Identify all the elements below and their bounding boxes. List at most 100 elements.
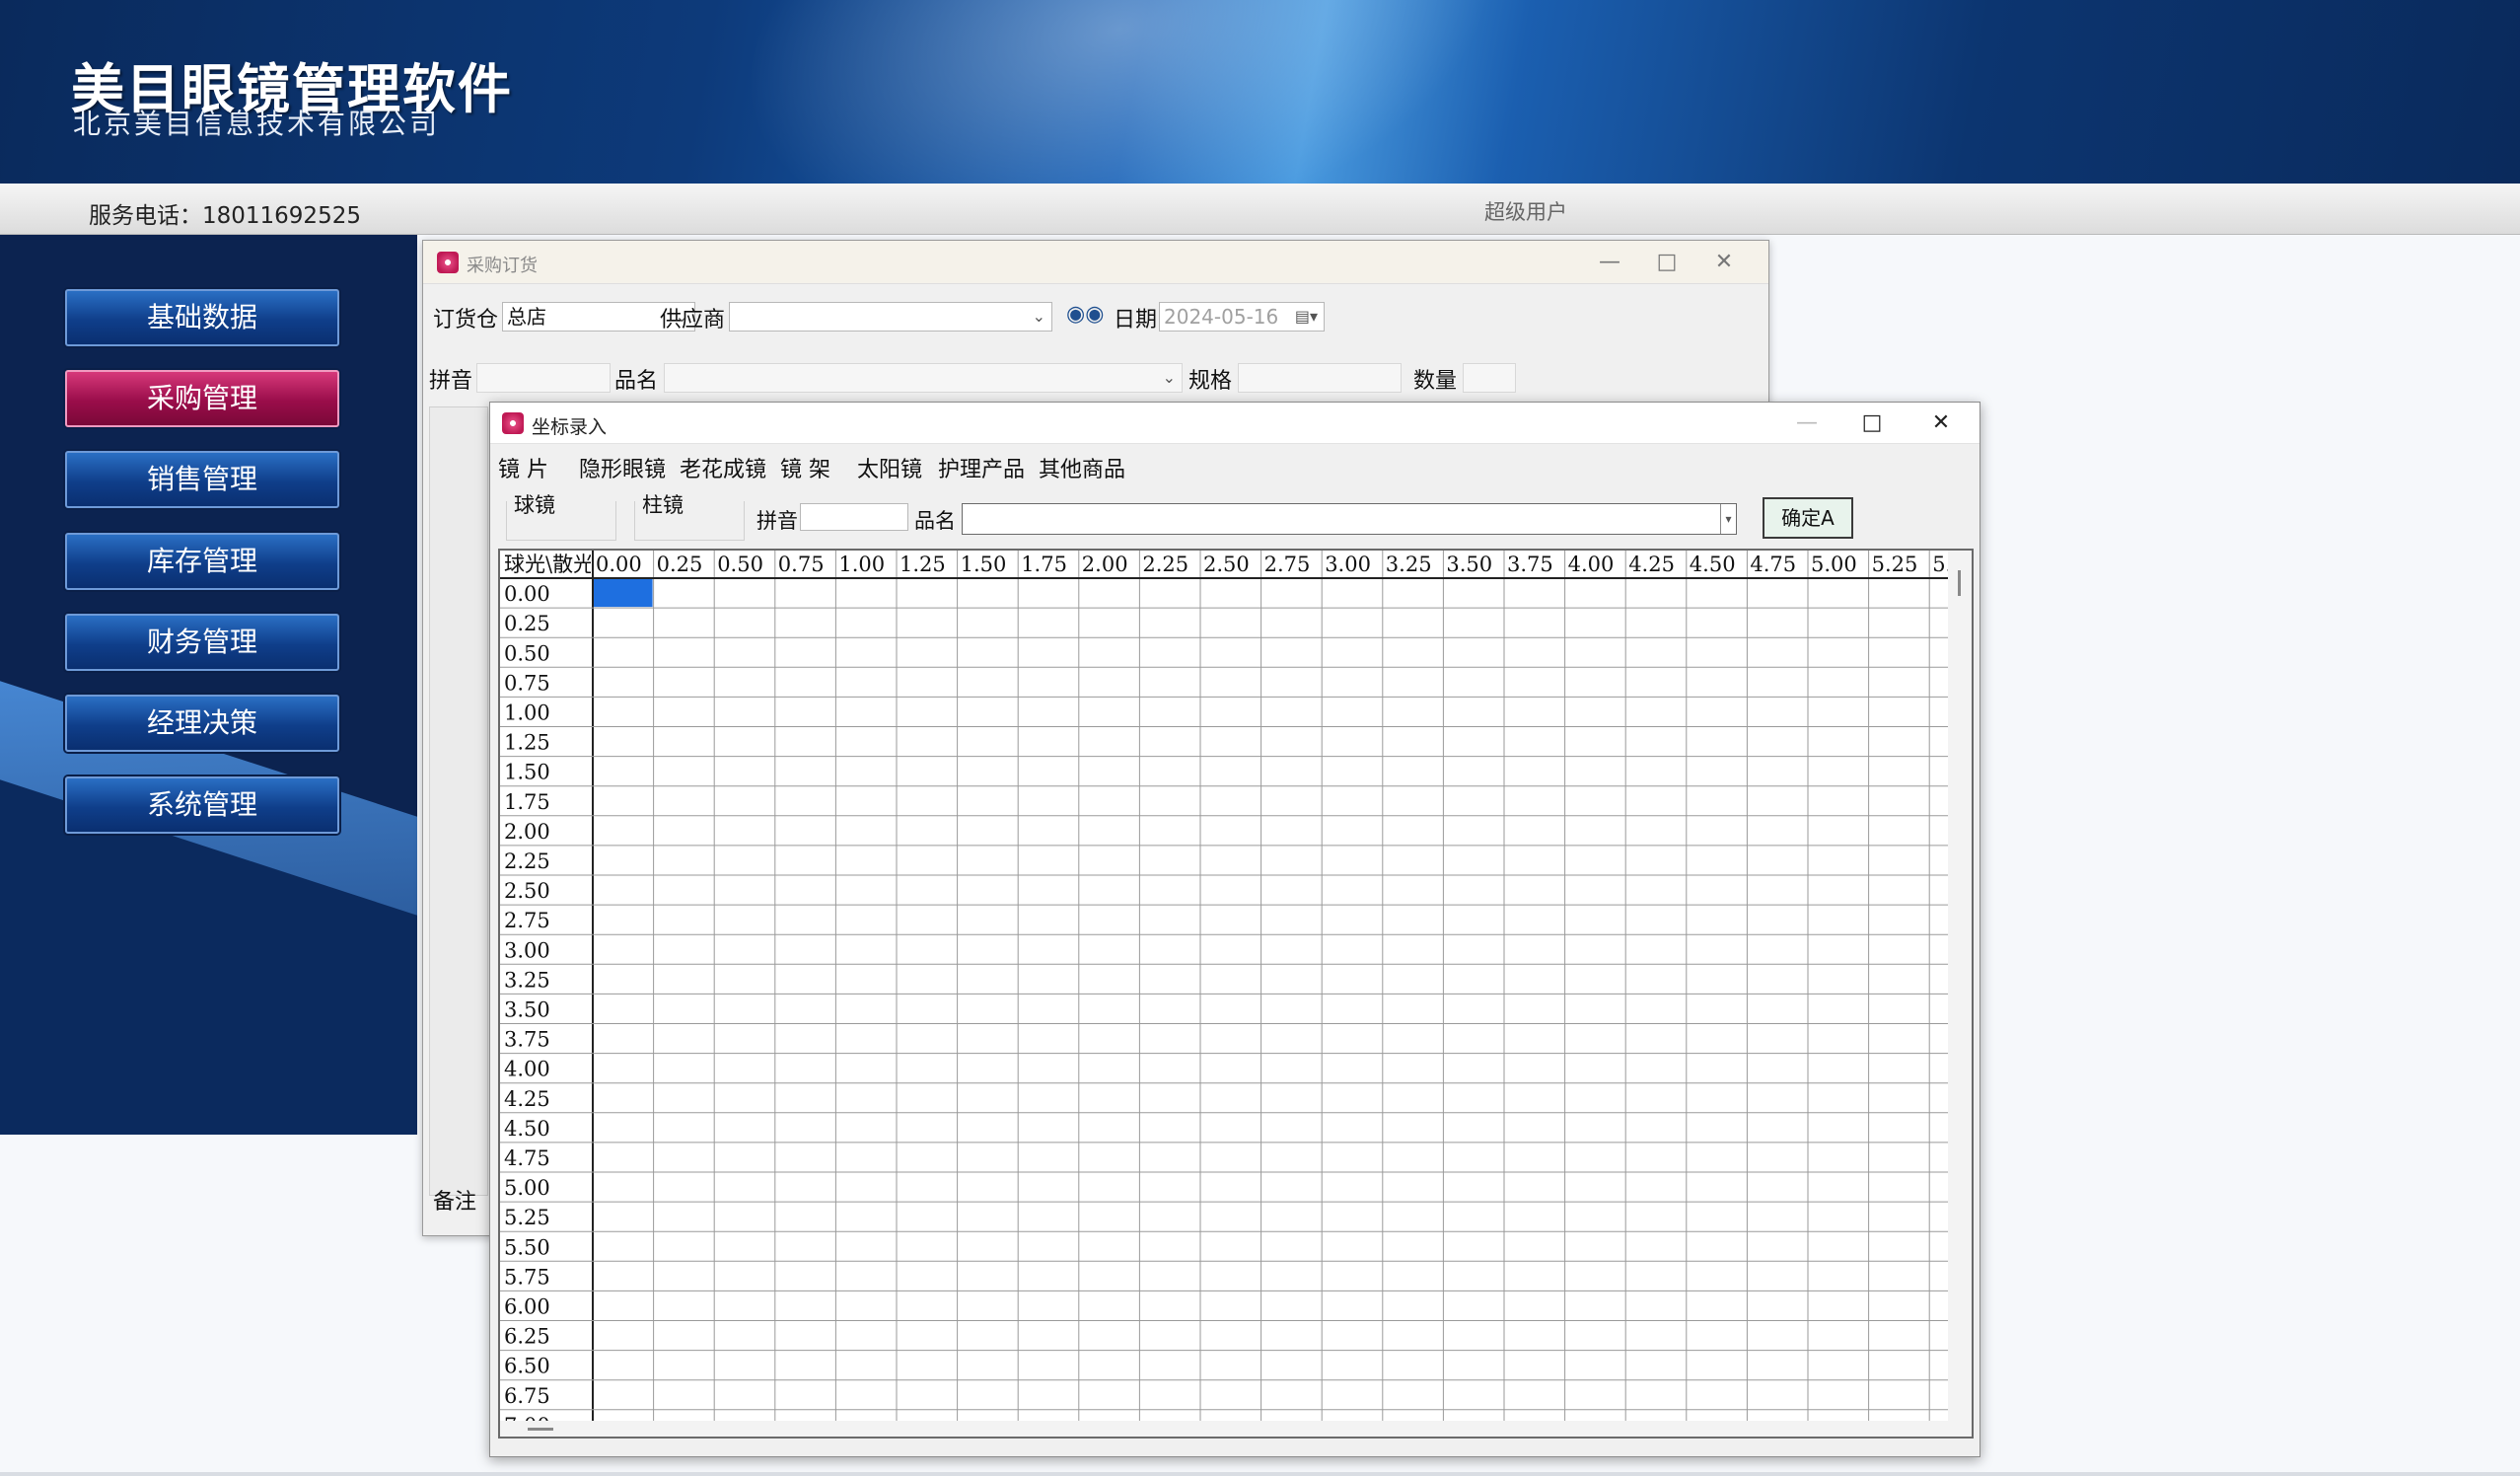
grid-col-header[interactable]: 4.25 <box>1628 553 1675 576</box>
supplier-select[interactable]: ⌄ <box>729 302 1052 332</box>
coordinate-entry-titlebar[interactable]: 坐标录入 — □ ✕ <box>490 403 1980 444</box>
grid-row-header[interactable]: 6.75 <box>504 1384 550 1408</box>
minimize-icon[interactable]: — <box>1587 247 1632 278</box>
grid-col-header[interactable]: 2.00 <box>1082 553 1128 576</box>
grid-row-header[interactable]: 3.25 <box>504 968 550 992</box>
grid-col-header[interactable]: 3.25 <box>1386 553 1432 576</box>
grid-row-header[interactable]: 6.50 <box>504 1355 550 1378</box>
grid-row-header[interactable]: 2.00 <box>504 820 550 844</box>
grid-col-header[interactable]: 3.50 <box>1446 553 1492 576</box>
nav-item-finance[interactable]: 财务管理 <box>65 614 339 671</box>
grid-row-header[interactable]: 5.50 <box>504 1235 550 1259</box>
grid-canvas[interactable]: 球光\散光 0.00 0.25 0.50 0.75 1.00 1.25 1.50 1.75 2.0… <box>500 551 1950 1421</box>
grid-col-header[interactable]: 0.00 <box>596 553 642 576</box>
close-icon[interactable]: ✕ <box>1701 247 1747 278</box>
pinyin-label: 拼音 <box>429 369 473 394</box>
grid-row-header[interactable]: 5.25 <box>504 1206 550 1229</box>
maximize-icon[interactable]: □ <box>1644 247 1690 278</box>
grid-col-header[interactable]: 3.00 <box>1325 553 1371 576</box>
grid-row-header[interactable]: 4.75 <box>504 1146 550 1170</box>
nav-item-basic-data[interactable]: 基础数据 <box>65 289 339 346</box>
grid-row-header[interactable]: 0.50 <box>504 641 550 665</box>
grid-col-header[interactable]: 1.25 <box>900 553 946 576</box>
pinyin-label: 拼音 <box>756 509 798 533</box>
vertical-scrollbar[interactable] <box>1948 551 1972 1437</box>
grid-row-header[interactable]: 6.00 <box>504 1295 550 1319</box>
grid-row-header[interactable]: 1.50 <box>504 761 550 784</box>
grid-row-header[interactable]: 1.75 <box>504 790 550 814</box>
product-label: 品名 <box>914 509 956 533</box>
grid-col-header[interactable]: 4.00 <box>1568 553 1615 576</box>
grid-col-header[interactable]: 0.50 <box>717 553 763 576</box>
maximize-icon[interactable]: □ <box>1849 407 1895 439</box>
tab-frames[interactable]: 镜 架 <box>780 452 830 483</box>
product-select[interactable]: ⌄ <box>664 363 1183 393</box>
nav-item-system[interactable]: 系统管理 <box>65 776 339 834</box>
banner-light-sweep <box>663 0 1606 184</box>
grid-row-header[interactable]: 2.25 <box>504 849 550 873</box>
grid-col-header[interactable]: 5.00 <box>1811 553 1857 576</box>
grid-row-header[interactable]: 7.00 <box>504 1414 550 1421</box>
pinyin-input[interactable] <box>476 363 611 393</box>
grid-col-header[interactable]: 1.00 <box>838 553 885 576</box>
grid-col-header[interactable]: 2.25 <box>1142 553 1188 576</box>
product-select[interactable]: ▾ <box>962 503 1737 535</box>
scroll-thumb[interactable] <box>528 1428 553 1431</box>
grid-row-header[interactable]: 3.00 <box>504 938 550 962</box>
warehouse-value: 总店 <box>507 305 546 329</box>
grid-col-header[interactable]: 1.75 <box>1021 553 1067 576</box>
pinyin-input[interactable] <box>800 503 908 531</box>
purchase-order-titlebar[interactable]: 采购订货 — □ ✕ <box>423 241 1768 284</box>
tab-reading-glasses[interactable]: 老花成镜 <box>680 452 766 483</box>
grid-row-header[interactable]: 1.25 <box>504 731 550 755</box>
grid-col-header[interactable]: 0.75 <box>778 553 825 576</box>
nav-item-sales[interactable]: 销售管理 <box>65 451 339 508</box>
grid-col-header[interactable]: 2.50 <box>1203 553 1250 576</box>
qty-input[interactable] <box>1463 363 1516 393</box>
close-icon[interactable]: ✕ <box>1918 407 1964 439</box>
grid-row-header[interactable]: 6.25 <box>504 1325 550 1349</box>
tab-contact-lens[interactable]: 隐形眼镜 <box>579 452 666 483</box>
selected-cell[interactable] <box>594 579 653 608</box>
grid-col-header[interactable]: 4.50 <box>1690 553 1736 576</box>
grid-col-header[interactable]: 0.25 <box>657 553 703 576</box>
scroll-thumb[interactable] <box>1958 570 1961 596</box>
grid-row-header[interactable]: 5.75 <box>504 1265 550 1289</box>
grid-col-header[interactable]: 2.75 <box>1264 553 1311 576</box>
grid-row-header[interactable]: 5.00 <box>504 1176 550 1200</box>
tab-sunglasses[interactable]: 太阳镜 <box>857 452 922 483</box>
horizontal-scrollbar[interactable] <box>500 1421 1950 1437</box>
nav-item-manager[interactable]: 经理决策 <box>65 695 339 752</box>
date-picker[interactable]: 2024-05-16 ▤▾ <box>1159 302 1325 332</box>
grid-row-header[interactable]: 4.00 <box>504 1058 550 1081</box>
company-name: 北京美目信息技术有限公司 <box>73 108 441 140</box>
grid-row-header[interactable]: 0.75 <box>504 671 550 695</box>
spec-input[interactable] <box>1238 363 1402 393</box>
tab-other-products[interactable]: 其他商品 <box>1039 452 1125 483</box>
grid-col-header[interactable]: 1.50 <box>961 553 1007 576</box>
sphere-cylinder-grid[interactable]: 球光\散光 0.00 0.25 0.50 0.75 1.00 1.25 1.50 1.75 2.0… <box>498 549 1974 1439</box>
grid-col-header[interactable]: 3.75 <box>1507 553 1553 576</box>
tab-lens[interactable]: 镜 片 <box>498 452 548 483</box>
cylinder-label: 柱镜 <box>642 493 684 517</box>
grid-row-header[interactable]: 2.75 <box>504 909 550 932</box>
grid-row-header[interactable]: 2.50 <box>504 879 550 903</box>
grid-col-header[interactable]: 4.75 <box>1750 553 1796 576</box>
chevron-down-icon: ▾ <box>1720 504 1736 534</box>
confirm-button[interactable]: 确定A <box>1763 497 1853 539</box>
grid-row-header[interactable]: 0.00 <box>504 582 550 606</box>
tab-care-products[interactable]: 护理产品 <box>938 452 1025 483</box>
grid-row-header[interactable]: 3.75 <box>504 1028 550 1052</box>
grid-row-header[interactable]: 4.25 <box>504 1087 550 1111</box>
grid-col-header[interactable]: 5.25 <box>1872 553 1918 576</box>
nav-item-inventory[interactable]: 库存管理 <box>65 533 339 590</box>
grid-row-header[interactable]: 3.50 <box>504 998 550 1022</box>
order-grid-fragment <box>429 406 488 1196</box>
grid-row-header[interactable]: 4.50 <box>504 1117 550 1141</box>
calendar-icon: ▤▾ <box>1294 307 1318 326</box>
binoculars-search-icon[interactable]: ◉◉ <box>1066 302 1104 327</box>
grid-row-header[interactable]: 0.25 <box>504 612 550 635</box>
nav-item-purchase[interactable]: 采购管理 <box>65 370 339 427</box>
minimize-icon[interactable]: — <box>1784 407 1830 439</box>
grid-row-header[interactable]: 1.00 <box>504 701 550 725</box>
